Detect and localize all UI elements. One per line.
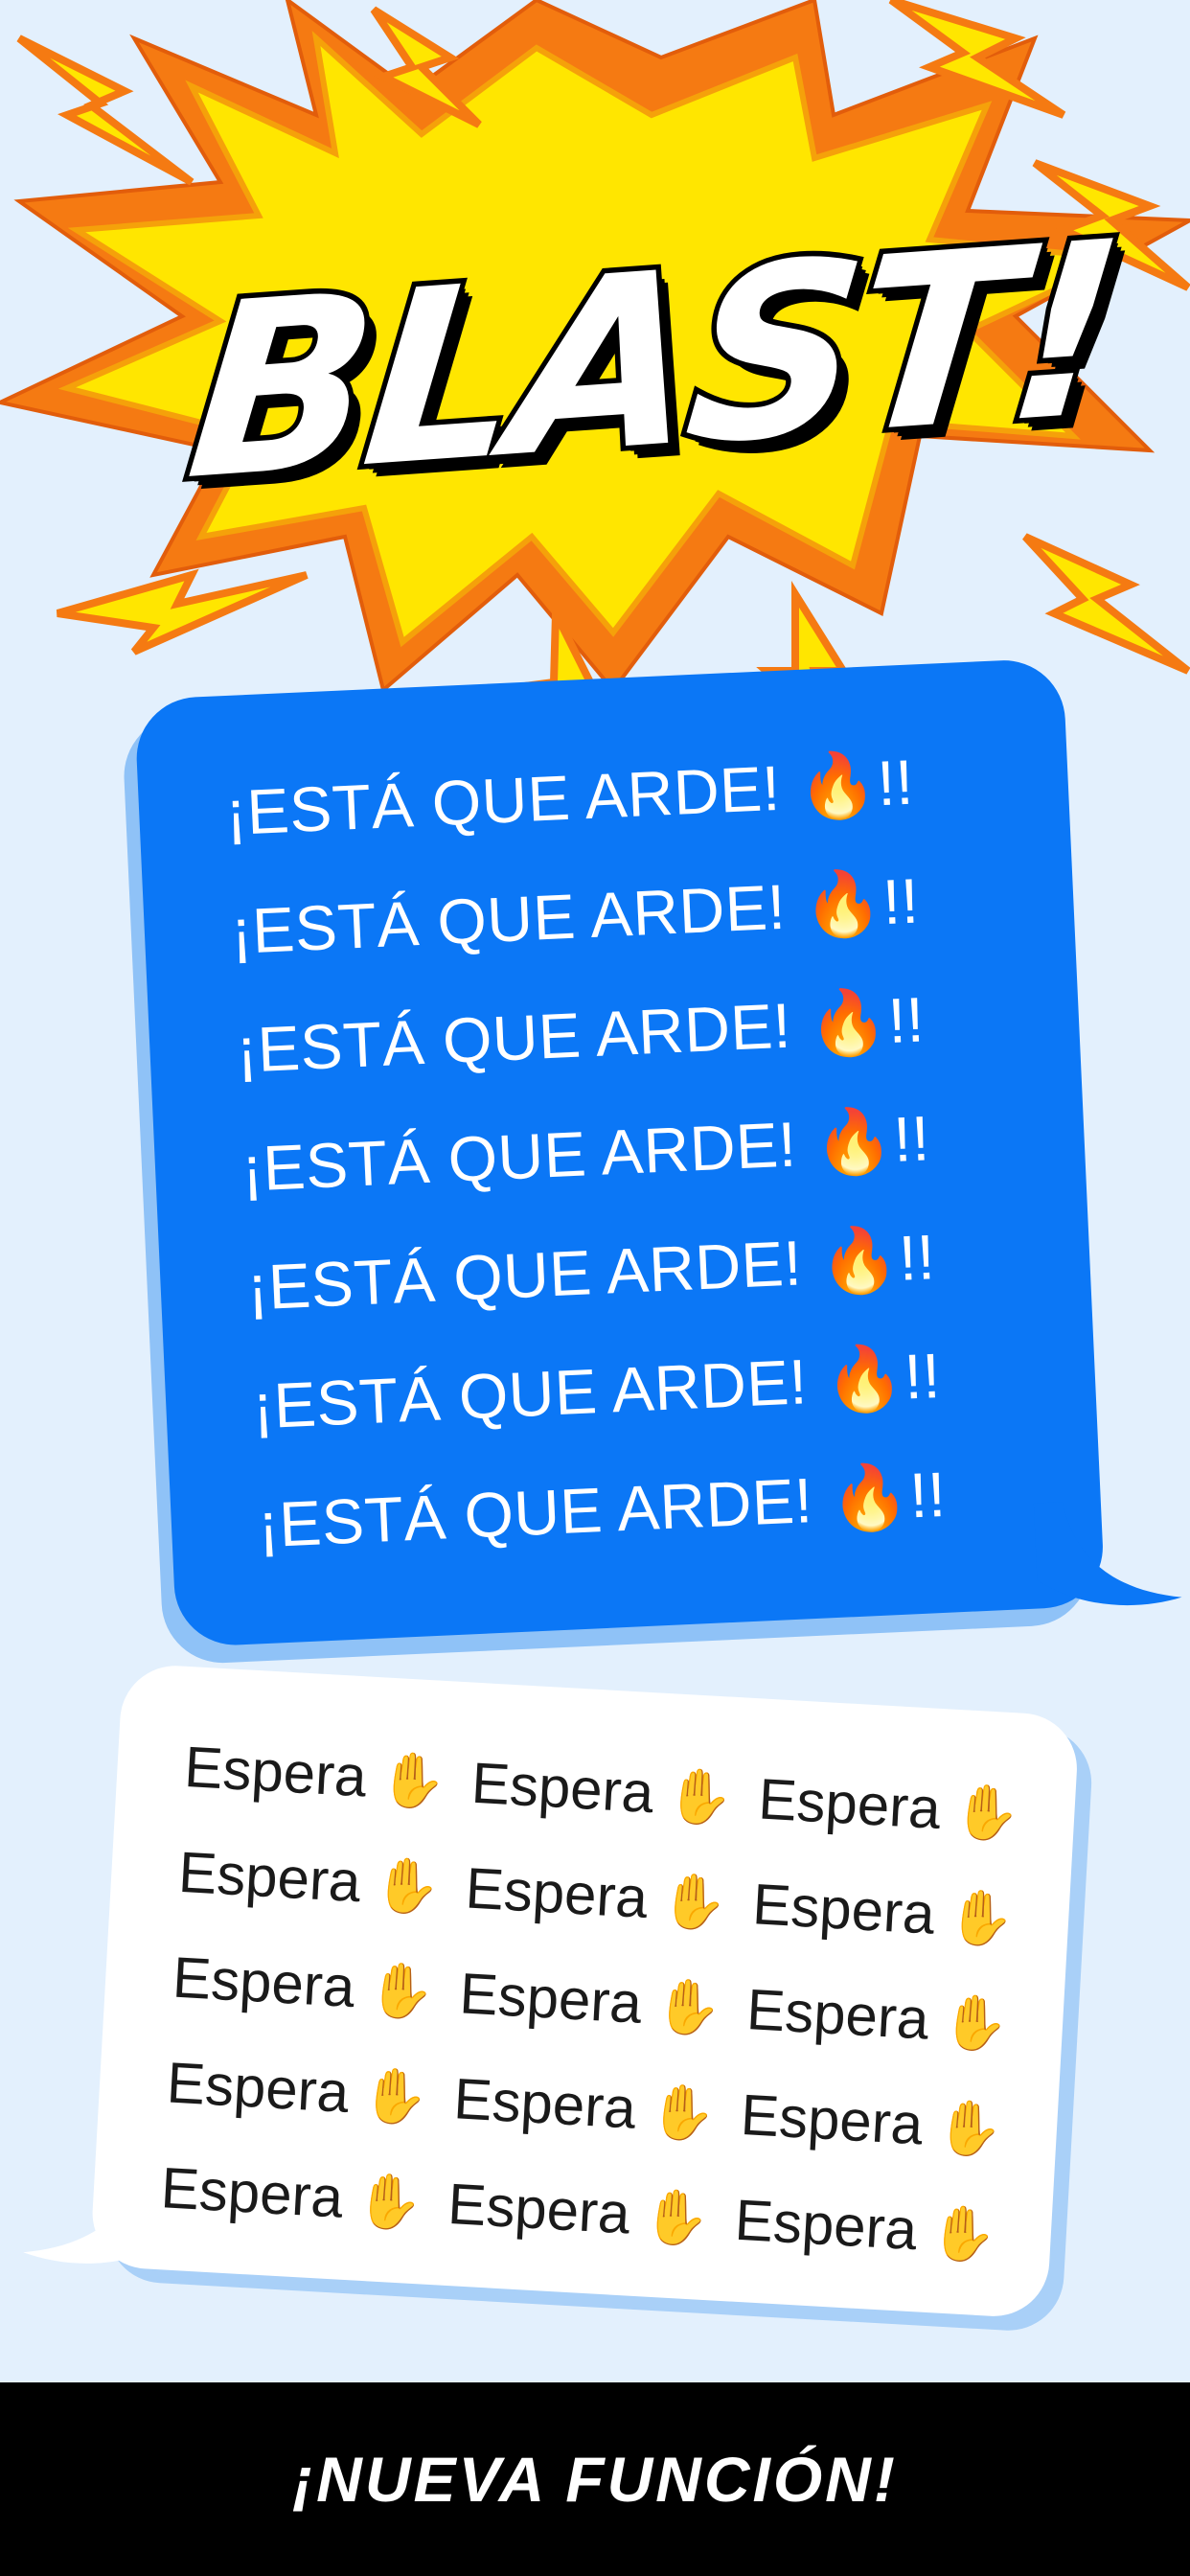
espera-word: Espera — [446, 2172, 632, 2246]
blue-message-lines: ¡ESTÁ QUE ARDE! 🔥!! ¡ESTÁ QUE ARDE! 🔥!! … — [222, 716, 1083, 1584]
espera-item: Espera ✋ — [750, 1852, 1043, 1973]
espera-item: Espera ✋ — [463, 1836, 756, 1958]
espera-item: Espera ✋ — [164, 2030, 457, 2151]
espera-word: Espera — [159, 2155, 345, 2230]
espera-item: Espera ✋ — [158, 2135, 451, 2257]
white-bubble-tail — [23, 2163, 172, 2264]
espera-item: Espera ✋ — [756, 1746, 1049, 1868]
espera-word: Espera — [744, 1977, 931, 2052]
raised-hand-emoji: ✋ — [940, 1990, 1011, 2056]
espera-word: Espera — [750, 1872, 937, 1946]
espera-item: Espera ✋ — [738, 2062, 1031, 2184]
espera-item: Espera ✋ — [732, 2168, 1025, 2289]
raised-hand-emoji: ✋ — [372, 1853, 443, 1918]
espera-item: Espera ✋ — [446, 2151, 739, 2273]
raised-hand-emoji: ✋ — [659, 1869, 730, 1934]
espera-item: Espera ✋ — [744, 1957, 1037, 2079]
raised-hand-emoji: ✋ — [951, 1780, 1022, 1845]
espera-item: Espera ✋ — [457, 1941, 750, 2062]
espera-word: Espera — [182, 1734, 369, 1809]
espera-word: Espera — [171, 1944, 357, 2020]
espera-word: Espera — [756, 1766, 943, 1841]
espera-word: Espera — [733, 2187, 919, 2263]
espera-word: Espera — [458, 1961, 644, 2036]
blast-headline: BLAST! — [172, 185, 1133, 539]
espera-item: Espera ✋ — [170, 1925, 463, 2047]
espera-item: Espera ✋ — [469, 1731, 762, 1852]
espera-item: Espera ✋ — [451, 2046, 744, 2168]
espera-word: Espera — [469, 1750, 655, 1826]
raised-hand-emoji: ✋ — [641, 2185, 712, 2250]
espera-word: Espera — [451, 2066, 638, 2141]
promo-screen: BLAST! ¡ESTÁ QUE ARDE! 🔥!! ¡ESTÁ QUE ARD… — [0, 0, 1190, 2576]
new-feature-label: ¡NUEVA FUNCIÓN! — [292, 2444, 898, 2515]
raised-hand-emoji: ✋ — [647, 2080, 718, 2145]
raised-hand-emoji: ✋ — [934, 2096, 1005, 2161]
blue-message-bubble: ¡ESTÁ QUE ARDE! 🔥!! ¡ESTÁ QUE ARDE! 🔥!! … — [133, 655, 1182, 1658]
espera-item: Espera ✋ — [175, 1820, 469, 1942]
raised-hand-emoji: ✋ — [378, 1748, 448, 1813]
white-message-bubble: Espera ✋ Espera ✋ Espera ✋ Espera ✋ Espera ✋ Esper… — [23, 1660, 1109, 2330]
raised-hand-emoji: ✋ — [946, 1885, 1017, 1950]
raised-hand-emoji: ✋ — [355, 2169, 425, 2234]
espera-word: Espera — [176, 1839, 363, 1915]
raised-hand-emoji: ✋ — [366, 1958, 437, 2023]
raised-hand-emoji: ✋ — [652, 1974, 724, 2039]
espera-grid: Espera ✋ Espera ✋ Espera ✋ Espera ✋ Espera ✋ Esper… — [158, 1714, 1048, 2288]
espera-word: Espera — [739, 2082, 926, 2157]
raised-hand-emoji: ✋ — [928, 2201, 999, 2266]
espera-word: Espera — [165, 2050, 351, 2125]
raised-hand-emoji: ✋ — [665, 1764, 736, 1828]
footer-bar: ¡NUEVA FUNCIÓN! — [0, 2382, 1190, 2576]
raised-hand-emoji: ✋ — [360, 2063, 431, 2128]
espera-item: Espera ✋ — [182, 1714, 475, 1836]
espera-word: Espera — [464, 1855, 650, 1931]
